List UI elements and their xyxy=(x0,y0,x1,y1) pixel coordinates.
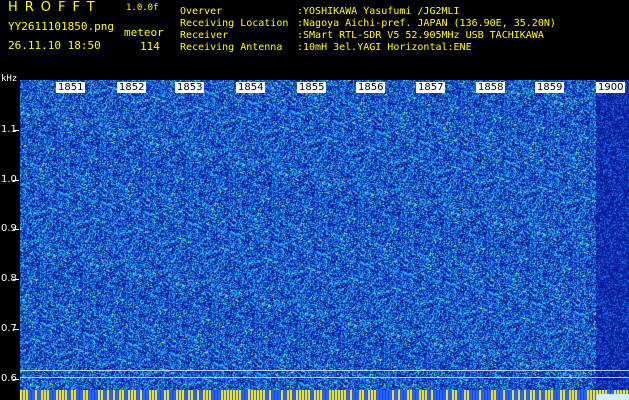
x-tick-label: 1854 xyxy=(236,82,266,93)
x-tick-label: 1853 xyxy=(175,82,205,93)
version-label: 1.0.0f xyxy=(126,3,159,13)
y-axis-unit: kHz xyxy=(1,74,18,84)
x-tick-label: 1858 xyxy=(476,82,506,93)
timestamp-label: 26.11.10 18:50 xyxy=(8,39,101,52)
x-tick-label: 1856 xyxy=(356,82,386,93)
x-tick-label: 1857 xyxy=(416,82,446,93)
x-tick-label: 1900 xyxy=(596,82,626,93)
signal-bar-strip xyxy=(20,390,629,400)
meteor-count: 114 xyxy=(140,40,160,53)
info-location-label: Receiving Location xyxy=(180,18,289,29)
y-tick xyxy=(13,229,19,230)
info-antenna-label: Receiving Antenna xyxy=(180,42,283,53)
x-tick-label: 1855 xyxy=(297,82,327,93)
x-tick-label: 1852 xyxy=(117,82,147,93)
spectrogram-side-strip xyxy=(596,80,629,400)
spectrogram-plot xyxy=(20,80,596,400)
y-tick xyxy=(13,279,19,280)
y-tick xyxy=(13,130,19,131)
app-title: HROFFT xyxy=(8,0,102,15)
filename-label: YY2611101850.png xyxy=(8,20,114,33)
info-observer-value: :YOSHIKAWA Yasufumi /JG2MLI xyxy=(297,6,460,17)
info-receiver-value: :SMart RTL-SDR V5 52.905MHz USB TACHIKAW… xyxy=(297,30,544,41)
info-location-value: :Nagoya Aichi-pref. JAPAN (136.90E, 35.2… xyxy=(297,18,556,29)
x-tick-label: 1859 xyxy=(535,82,565,93)
x-tick-label: 1851 xyxy=(56,82,86,93)
reference-line xyxy=(20,377,629,378)
reference-line xyxy=(20,370,629,371)
y-tick xyxy=(13,379,19,380)
y-tick xyxy=(13,329,19,330)
info-receiver-label: Receiver xyxy=(180,30,229,41)
info-antenna-value: :10mH 3el.YAGI Horizontal:ENE xyxy=(297,42,472,53)
info-observer-label: Overver xyxy=(180,6,223,17)
meteor-label: meteor xyxy=(124,26,164,39)
y-tick xyxy=(13,180,19,181)
